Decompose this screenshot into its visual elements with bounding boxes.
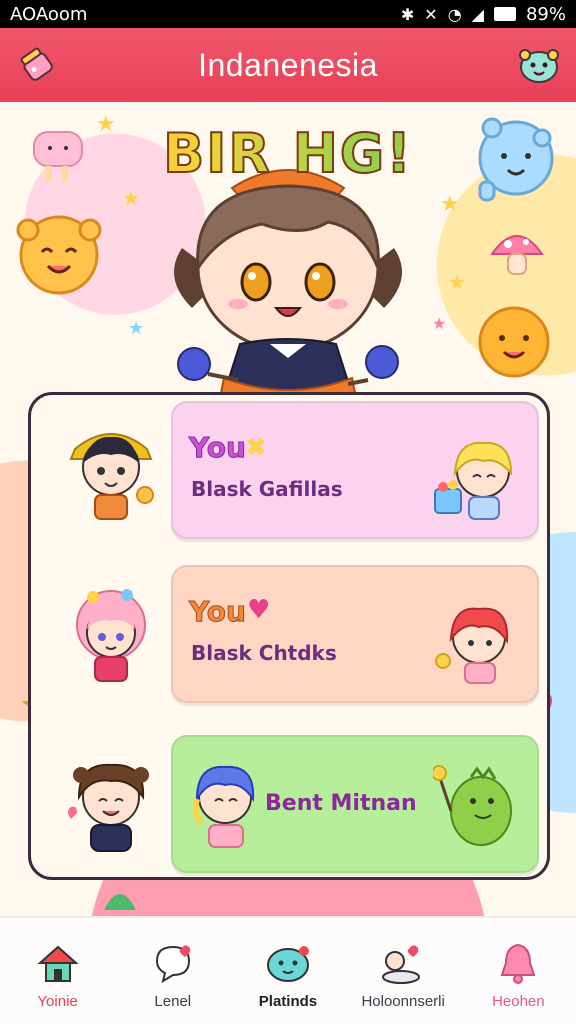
nav-label: Platinds xyxy=(258,993,318,1010)
nav-item-community[interactable]: Holoonnserli xyxy=(348,939,458,1010)
bottom-navigation: Yoinie Lenel Platinds Holoonnserli Heohe… xyxy=(0,916,576,1024)
brown-hair-girl-avatar-illustration xyxy=(68,763,149,852)
nav-item-level[interactable]: Lenel xyxy=(118,939,228,1010)
battery-level: 89% xyxy=(525,3,566,25)
mascot-avatar-icon[interactable] xyxy=(516,42,562,88)
mute-icon: ✕ xyxy=(424,4,438,24)
star-icon: ★ xyxy=(448,270,466,294)
main-character-illustration xyxy=(174,169,402,407)
nav-label: Heohen xyxy=(492,993,545,1010)
candy-jar-icon[interactable] xyxy=(14,42,60,88)
smiling-bun-sticker-icon xyxy=(16,215,102,295)
heart-icon: ♥ xyxy=(247,595,271,625)
app-header: Indanenesia xyxy=(0,28,576,102)
friends-group-icon xyxy=(379,939,427,987)
chat-bubble-icon xyxy=(149,939,197,987)
list-item[interactable]: Bent Mitnan xyxy=(31,729,547,875)
card-subtitle: Blask Gafillas xyxy=(191,477,343,501)
nav-label: Lenel xyxy=(154,993,192,1010)
pink-hair-girl-avatar-illustration xyxy=(76,589,146,682)
nav-item-heohen[interactable]: Heohen xyxy=(463,939,573,1010)
red-hair-girl-illustration xyxy=(435,607,509,684)
nav-label: Holoonnserli xyxy=(361,993,445,1010)
list-item[interactable]: You ♥ Blask Chtdks xyxy=(31,559,547,705)
house-icon xyxy=(34,939,82,987)
star-icon: ★ xyxy=(122,186,140,210)
status-time: AOAoom xyxy=(10,3,88,25)
bow-icon: ✖ xyxy=(245,433,267,463)
character-card[interactable]: You ✖ Blask Gafillas xyxy=(171,401,539,539)
blonde-girl-illustration xyxy=(434,441,513,520)
star-icon: ★ xyxy=(432,314,447,333)
friend-blob-icon xyxy=(264,939,312,987)
bluetooth-icon: ✱ xyxy=(400,4,415,24)
nav-label: Yoinie xyxy=(37,993,78,1010)
mushroom-sticker-icon xyxy=(490,235,544,275)
list-item[interactable]: You ✖ Blask Gafillas xyxy=(31,395,547,541)
leaf-sticker-icon xyxy=(104,894,136,910)
status-icons: ✱ ✕ ◔ ◢ 89% xyxy=(401,4,566,25)
battery-icon xyxy=(493,7,516,21)
orange-blob-sticker-icon xyxy=(478,306,550,378)
page-title: Indanenesia xyxy=(198,46,378,83)
card-subtitle: Bent Mitnan xyxy=(265,791,417,816)
card-subtitle: Blask Chtdks xyxy=(191,641,337,665)
green-dinosaur-illustration xyxy=(433,765,512,846)
pink-bell-icon xyxy=(494,939,542,987)
star-icon: ★ xyxy=(128,318,145,339)
character-card[interactable]: You ♥ Blask Chtdks xyxy=(171,565,539,703)
signal-icon: ◢ xyxy=(471,4,484,24)
nav-item-friends[interactable]: Platinds xyxy=(233,939,343,1010)
character-list-panel: You ✖ Blask Gafillas You ♥ Blask Chtdks … xyxy=(28,392,550,880)
character-card[interactable]: Bent Mitnan xyxy=(171,735,539,873)
star-icon: ★ xyxy=(440,192,460,217)
card-title: You xyxy=(189,595,247,629)
blue-hair-girl-illustration xyxy=(192,765,255,848)
hero-banner-text: BIR HG! xyxy=(0,121,576,186)
card-title: You xyxy=(189,431,247,465)
wifi-icon: ◔ xyxy=(447,4,462,24)
status-bar: AOAoom ✱ ✕ ◔ ◢ 89% xyxy=(0,0,576,28)
boy-avatar-illustration xyxy=(69,433,154,520)
nav-item-home[interactable]: Yoinie xyxy=(3,939,113,1010)
